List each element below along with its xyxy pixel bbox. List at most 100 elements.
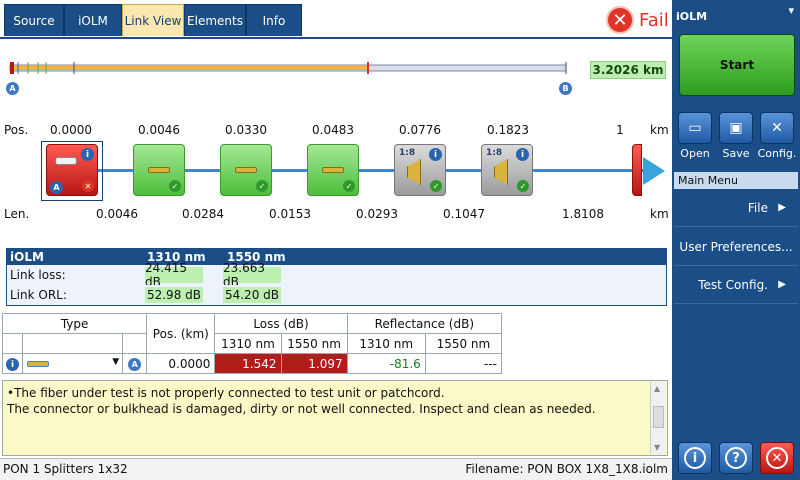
tab-info[interactable]: Info xyxy=(246,4,302,36)
link-loss-1550: 23.663 dB xyxy=(223,261,281,289)
pass-check-icon: ✓ xyxy=(169,180,181,192)
pass-check-icon: ✓ xyxy=(343,180,355,192)
info-icon[interactable]: i xyxy=(6,358,20,372)
main-menu-title: Main Menu xyxy=(674,172,798,189)
tab-iolm[interactable]: iOLM xyxy=(64,4,122,36)
tab-bar: Source iOLM Link View Elements Info ✕ Fa… xyxy=(0,0,672,38)
about-button[interactable]: i xyxy=(678,442,712,474)
help-icon: ? xyxy=(725,447,747,469)
element-connector[interactable]: ✓ xyxy=(220,144,272,196)
element-connector[interactable]: ✓ xyxy=(133,144,185,196)
row-marker-cell: A xyxy=(122,353,148,374)
sub-refl-1550: 1550 nm xyxy=(424,333,503,354)
scroll-thumb[interactable] xyxy=(653,406,664,428)
event-table: Type Pos. (km) Loss (dB) Reflectance (dB… xyxy=(1,313,503,374)
info-icon[interactable]: i xyxy=(429,148,442,161)
menu-item-user-preferences[interactable]: User Preferences... xyxy=(674,228,798,266)
tab-elements[interactable]: Elements xyxy=(184,4,246,36)
sub-loss-1550: 1550 nm xyxy=(280,333,348,354)
menu-item-label: File xyxy=(747,200,768,215)
table-row[interactable]: i ▼ A 0.0000 1.542 1.097 -81.6 --- xyxy=(1,353,503,374)
status-filename: Filename: PON BOX 1X8_1X8.iolm xyxy=(465,462,668,476)
tab-source[interactable]: Source xyxy=(4,4,64,36)
message-scrollbar[interactable]: ▲ ▼ xyxy=(650,382,666,454)
sub-refl-1310: 1310 nm xyxy=(346,333,426,354)
fail-label: Fail xyxy=(639,9,669,31)
link-loss-1310: 24.415 dB xyxy=(145,261,203,289)
len-unit: km xyxy=(650,207,669,221)
connector-icon xyxy=(27,361,50,367)
overview-a-marker xyxy=(10,62,14,74)
element-splitter[interactable]: 1:8 i ✓ xyxy=(481,144,533,196)
marker-a-icon: A xyxy=(128,358,142,371)
info-icon[interactable]: i xyxy=(516,148,529,161)
tab-link-view[interactable]: Link View xyxy=(122,4,184,36)
open-button[interactable]: ▭ xyxy=(678,112,712,144)
marker-a-icon[interactable]: A xyxy=(6,82,19,95)
scroll-up-icon[interactable]: ▲ xyxy=(654,384,660,393)
pass-check-icon: ✓ xyxy=(517,180,529,192)
results-row-label: Link ORL: xyxy=(10,288,67,302)
col-reflectance: Reflectance (dB) xyxy=(346,313,503,334)
pos-value: 0.0000 xyxy=(50,123,92,137)
config-button[interactable]: ✕ xyxy=(760,112,794,144)
chevron-right-icon: ▶ xyxy=(778,202,786,213)
element-connector[interactable]: ✓ xyxy=(307,144,359,196)
row-info-cell[interactable]: i xyxy=(1,353,24,374)
pos-label: Pos. xyxy=(4,123,29,137)
save-button[interactable]: ▣ xyxy=(719,112,753,144)
connector-icon xyxy=(322,167,344,173)
col-spacer xyxy=(122,333,148,354)
row-refl-1310: -81.6 xyxy=(346,353,426,374)
folder-icon: ▭ xyxy=(688,120,702,136)
start-button[interactable]: Start xyxy=(679,34,795,96)
len-label: Len. xyxy=(4,207,30,221)
menu-item-file[interactable]: File ▶ xyxy=(674,189,798,227)
marker-b-icon[interactable]: B xyxy=(559,82,572,95)
tab-divider xyxy=(0,37,672,39)
link-orl-1550: 54.20 dB xyxy=(223,287,281,303)
pos-unit: km xyxy=(650,123,669,137)
len-value: 0.0046 xyxy=(96,207,138,221)
message-line: The connector or bulkhead is damaged, di… xyxy=(7,402,596,416)
results-header: iOLM 1310 nm 1550 nm xyxy=(7,249,666,265)
type-select[interactable]: ▼ xyxy=(22,353,124,374)
col-spacer xyxy=(22,333,124,354)
col-loss: Loss (dB) xyxy=(214,313,348,334)
len-value: 0.0293 xyxy=(356,207,398,221)
row-loss-1310: 1.542 xyxy=(214,353,282,374)
pos-value: 0.0483 xyxy=(312,123,354,137)
diagnostic-message: •The fiber under test is not properly co… xyxy=(2,380,668,456)
app-title: iOLM xyxy=(676,10,708,23)
fiber-end-arrow-icon[interactable] xyxy=(643,157,665,185)
pos-value: 1 xyxy=(616,123,624,137)
row-pos: 0.0000 xyxy=(146,353,216,374)
scroll-down-icon[interactable]: ▼ xyxy=(654,443,660,452)
exit-button[interactable]: ✕ xyxy=(760,442,794,474)
fail-icon: ✕ xyxy=(606,6,634,34)
pos-value: 0.0046 xyxy=(138,123,180,137)
results-header-title: iOLM xyxy=(10,250,44,264)
link-orl-1310: 52.98 dB xyxy=(145,287,203,303)
info-icon: i xyxy=(684,447,706,469)
element-partial-next[interactable] xyxy=(632,144,642,196)
col-pos: Pos. (km) xyxy=(146,313,216,354)
chevron-down-icon[interactable]: ▾ xyxy=(788,4,794,17)
row-loss-1550: 1.097 xyxy=(280,353,348,374)
selected-element-frame xyxy=(41,141,103,201)
menu-item-test-config[interactable]: Test Config. ▶ xyxy=(674,266,798,304)
len-value: 0.1047 xyxy=(443,207,485,221)
connector-icon xyxy=(148,167,170,173)
help-button[interactable]: ? xyxy=(719,442,753,474)
len-value: 0.0153 xyxy=(269,207,311,221)
results-summary: iOLM 1310 nm 1550 nm Link loss: 24.415 d… xyxy=(6,248,667,306)
col-spacer xyxy=(1,333,24,354)
config-label: Config. xyxy=(757,147,797,160)
element-splitter[interactable]: 1:8 i ✓ xyxy=(394,144,446,196)
chevron-down-icon[interactable]: ▼ xyxy=(112,357,119,367)
col-type: Type xyxy=(1,313,148,334)
sub-loss-1310: 1310 nm xyxy=(214,333,282,354)
chevron-right-icon: ▶ xyxy=(778,279,786,290)
connector-icon xyxy=(235,167,257,173)
status-left: PON 1 Splitters 1x32 xyxy=(3,462,128,476)
